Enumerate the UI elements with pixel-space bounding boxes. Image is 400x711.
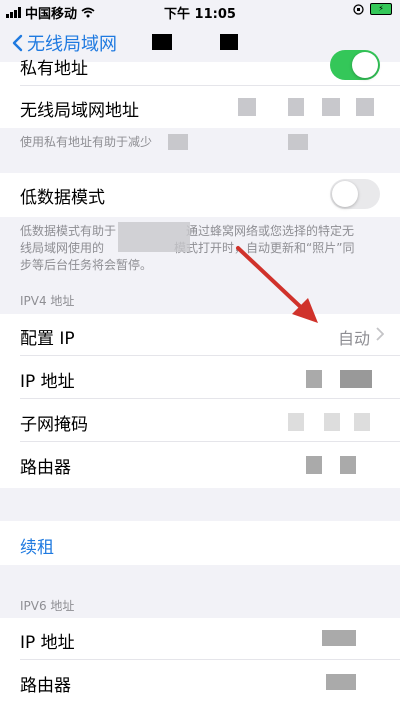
annotation-arrow xyxy=(236,246,318,323)
